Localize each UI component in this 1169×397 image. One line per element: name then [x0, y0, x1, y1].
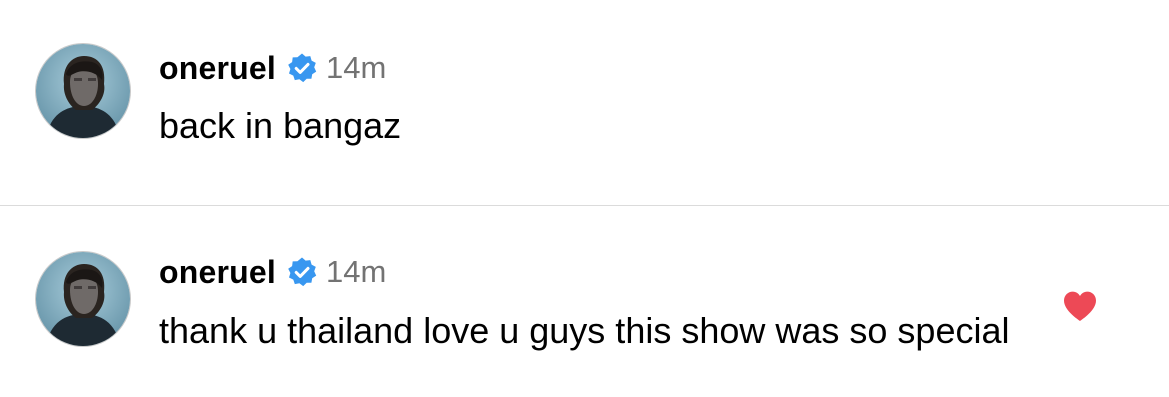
post-text: back in bangaz — [159, 105, 402, 146]
heart-icon[interactable] — [1062, 290, 1098, 322]
thread-post: oneruel 14m thank u thailand love u guys… — [0, 206, 1169, 397]
timestamp[interactable]: 14m — [326, 254, 386, 290]
avatar[interactable] — [36, 44, 130, 138]
avatar[interactable] — [36, 252, 130, 346]
timestamp[interactable]: 14m — [326, 50, 386, 86]
post-header: oneruel 14m — [159, 48, 386, 88]
verified-badge-icon — [286, 256, 318, 288]
post-text: thank u thailand love u guys this show w… — [159, 310, 1010, 351]
username[interactable]: oneruel — [159, 50, 276, 87]
avatar-image — [36, 252, 130, 346]
username[interactable]: oneruel — [159, 254, 276, 291]
thread-post: oneruel 14m back in bangaz — [0, 0, 1169, 205]
avatar-image — [36, 44, 130, 138]
post-header: oneruel 14m — [159, 252, 386, 292]
verified-badge-icon — [286, 52, 318, 84]
